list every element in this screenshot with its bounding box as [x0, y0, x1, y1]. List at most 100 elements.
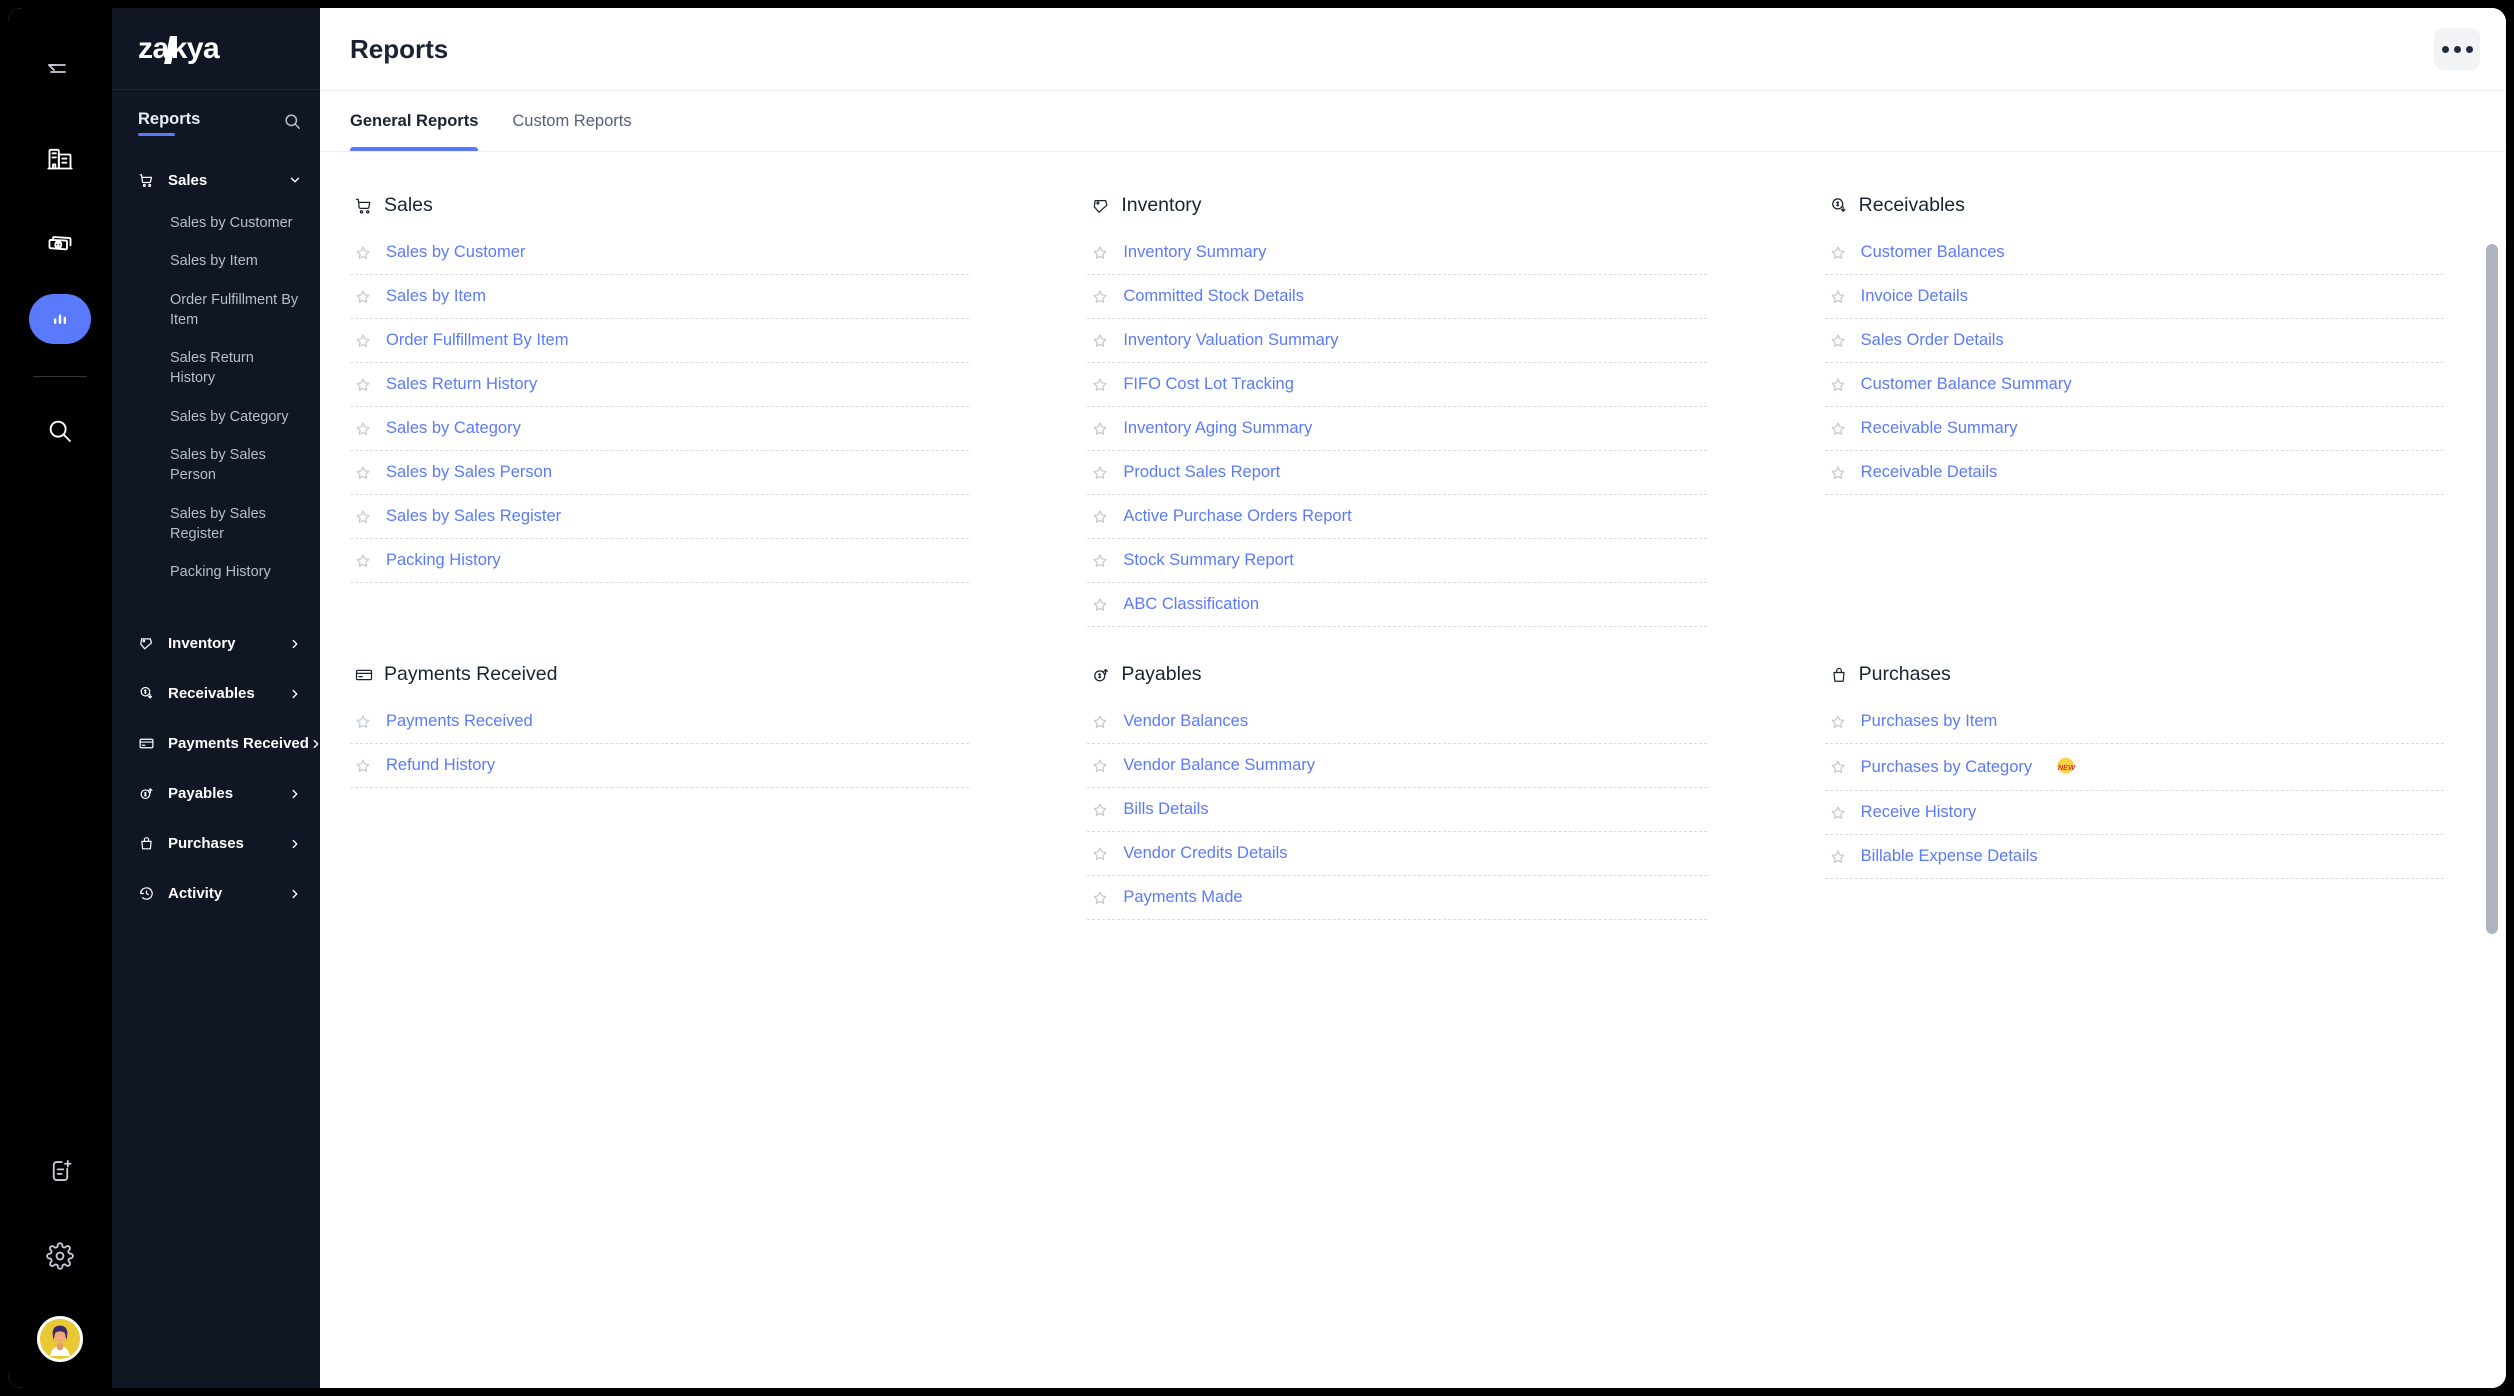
report-row[interactable]: Receivable Summary	[1824, 407, 2444, 451]
report-row[interactable]: FIFO Cost Lot Tracking	[1087, 363, 1707, 407]
report-link[interactable]: Refund History	[386, 756, 495, 775]
favorite-star-icon[interactable]	[354, 288, 372, 306]
report-link[interactable]: Customer Balances	[1861, 243, 2005, 262]
report-row[interactable]: Customer Balance Summary	[1824, 363, 2444, 407]
report-link[interactable]: Vendor Balances	[1123, 712, 1248, 731]
collapse-sidebar-button[interactable]	[24, 36, 96, 108]
report-row[interactable]: Vendor Credits Details	[1087, 832, 1707, 876]
report-row[interactable]: Inventory Summary	[1087, 231, 1707, 275]
report-link[interactable]: Vendor Balance Summary	[1123, 756, 1315, 775]
report-row[interactable]: ABC Classification	[1087, 583, 1707, 627]
avatar[interactable]	[37, 1316, 83, 1362]
report-row[interactable]: Sales by Category	[350, 407, 970, 451]
favorite-star-icon[interactable]	[1091, 464, 1109, 482]
sidebar-group-activity[interactable]: Activity	[112, 876, 320, 912]
organization-button[interactable]	[24, 122, 96, 194]
favorite-star-icon[interactable]	[1091, 713, 1109, 731]
sidebar-item-sales-by-category[interactable]: Sales by Category	[112, 398, 320, 436]
report-row[interactable]: Receive History	[1824, 791, 2444, 835]
report-row[interactable]: Payments Made	[1087, 876, 1707, 920]
report-row[interactable]: Customer Balances	[1824, 231, 2444, 275]
favorite-star-icon[interactable]	[1091, 332, 1109, 350]
report-link[interactable]: Receivable Details	[1861, 463, 1998, 482]
sidebar-item-order-fulfillment-by-item[interactable]: Order Fulfillment By Item	[112, 281, 320, 340]
new-document-button[interactable]	[24, 1134, 96, 1206]
favorite-star-icon[interactable]	[1829, 464, 1847, 482]
global-search-button[interactable]	[24, 395, 96, 467]
favorite-star-icon[interactable]	[1829, 332, 1847, 350]
favorite-star-icon[interactable]	[1091, 288, 1109, 306]
report-link[interactable]: Payments Received	[386, 712, 533, 731]
sidebar-group-payments-received[interactable]: Payments Received	[112, 726, 320, 762]
report-link[interactable]: Sales by Category	[386, 419, 521, 438]
report-row[interactable]: Vendor Balance Summary	[1087, 744, 1707, 788]
tab-custom-reports[interactable]: Custom Reports	[512, 91, 631, 151]
report-link[interactable]: Packing History	[386, 551, 501, 570]
report-link[interactable]: Receive History	[1861, 803, 1977, 822]
report-link[interactable]: Billable Expense Details	[1861, 847, 2038, 866]
report-link[interactable]: Sales by Customer	[386, 243, 525, 262]
report-link[interactable]: Purchases by Item	[1861, 712, 1998, 731]
reports-button[interactable]	[29, 294, 91, 344]
favorite-star-icon[interactable]	[354, 552, 372, 570]
report-link[interactable]: Sales by Sales Person	[386, 463, 552, 482]
scrollbar-thumb[interactable]	[2486, 244, 2498, 934]
money-button[interactable]	[24, 208, 96, 280]
favorite-star-icon[interactable]	[354, 508, 372, 526]
sidebar-item-sales-by-sales-person[interactable]: Sales by Sales Person	[112, 436, 320, 495]
favorite-star-icon[interactable]	[1091, 552, 1109, 570]
favorite-star-icon[interactable]	[1091, 889, 1109, 907]
sidebar-group-inventory[interactable]: Inventory	[112, 626, 320, 662]
report-row[interactable]: Invoice Details	[1824, 275, 2444, 319]
favorite-star-icon[interactable]	[1829, 804, 1847, 822]
report-link[interactable]: Inventory Aging Summary	[1123, 419, 1312, 438]
report-link[interactable]: Order Fulfillment By Item	[386, 331, 568, 350]
favorite-star-icon[interactable]	[354, 376, 372, 394]
favorite-star-icon[interactable]	[1829, 848, 1847, 866]
report-row[interactable]: Sales by Customer	[350, 231, 970, 275]
report-row[interactable]: Stock Summary Report	[1087, 539, 1707, 583]
report-row[interactable]: Committed Stock Details	[1087, 275, 1707, 319]
sidebar-search-button[interactable]	[283, 110, 302, 136]
report-row[interactable]: Receivable Details	[1824, 451, 2444, 495]
favorite-star-icon[interactable]	[1829, 244, 1847, 262]
report-row[interactable]: Inventory Valuation Summary	[1087, 319, 1707, 363]
sidebar-item-sales-by-customer[interactable]: Sales by Customer	[112, 204, 320, 242]
report-link[interactable]: Inventory Summary	[1123, 243, 1266, 262]
report-row[interactable]: Sales by Item	[350, 275, 970, 319]
report-link[interactable]: Active Purchase Orders Report	[1123, 507, 1351, 526]
report-row[interactable]: Order Fulfillment By Item	[350, 319, 970, 363]
report-link[interactable]: Bills Details	[1123, 800, 1208, 819]
report-link[interactable]: Sales by Item	[386, 287, 486, 306]
report-link[interactable]: Customer Balance Summary	[1861, 375, 2072, 394]
report-link[interactable]: Purchases by Category	[1861, 758, 2033, 777]
favorite-star-icon[interactable]	[1091, 757, 1109, 775]
more-options-button[interactable]	[2434, 28, 2480, 70]
brand-logo[interactable]: zakya	[112, 8, 320, 90]
report-row[interactable]: Payments Received	[350, 700, 970, 744]
sidebar-item-packing-history[interactable]: Packing History	[112, 553, 320, 591]
favorite-star-icon[interactable]	[1091, 801, 1109, 819]
report-row[interactable]: Bills Details	[1087, 788, 1707, 832]
report-link[interactable]: FIFO Cost Lot Tracking	[1123, 375, 1294, 394]
report-row[interactable]: Product Sales Report	[1087, 451, 1707, 495]
report-link[interactable]: Payments Made	[1123, 888, 1242, 907]
favorite-star-icon[interactable]	[1829, 420, 1847, 438]
report-row[interactable]: Sales Order Details	[1824, 319, 2444, 363]
favorite-star-icon[interactable]	[1829, 288, 1847, 306]
tab-general-reports[interactable]: General Reports	[350, 91, 479, 151]
favorite-star-icon[interactable]	[1091, 420, 1109, 438]
favorite-star-icon[interactable]	[1091, 596, 1109, 614]
sidebar-item-sales-by-sales-register[interactable]: Sales by Sales Register	[112, 495, 320, 554]
report-link[interactable]: Product Sales Report	[1123, 463, 1280, 482]
favorite-star-icon[interactable]	[354, 713, 372, 731]
favorite-star-icon[interactable]	[1829, 713, 1847, 731]
report-link[interactable]: Sales Order Details	[1861, 331, 2004, 350]
sidebar-item-sales-by-item[interactable]: Sales by Item	[112, 242, 320, 280]
report-link[interactable]: Sales by Sales Register	[386, 507, 561, 526]
report-row[interactable]: Sales by Sales Person	[350, 451, 970, 495]
report-row[interactable]: Purchases by Category NEW	[1824, 744, 2444, 791]
favorite-star-icon[interactable]	[1829, 758, 1847, 776]
report-row[interactable]: Active Purchase Orders Report	[1087, 495, 1707, 539]
sidebar-group-payables[interactable]: Payables	[112, 776, 320, 812]
